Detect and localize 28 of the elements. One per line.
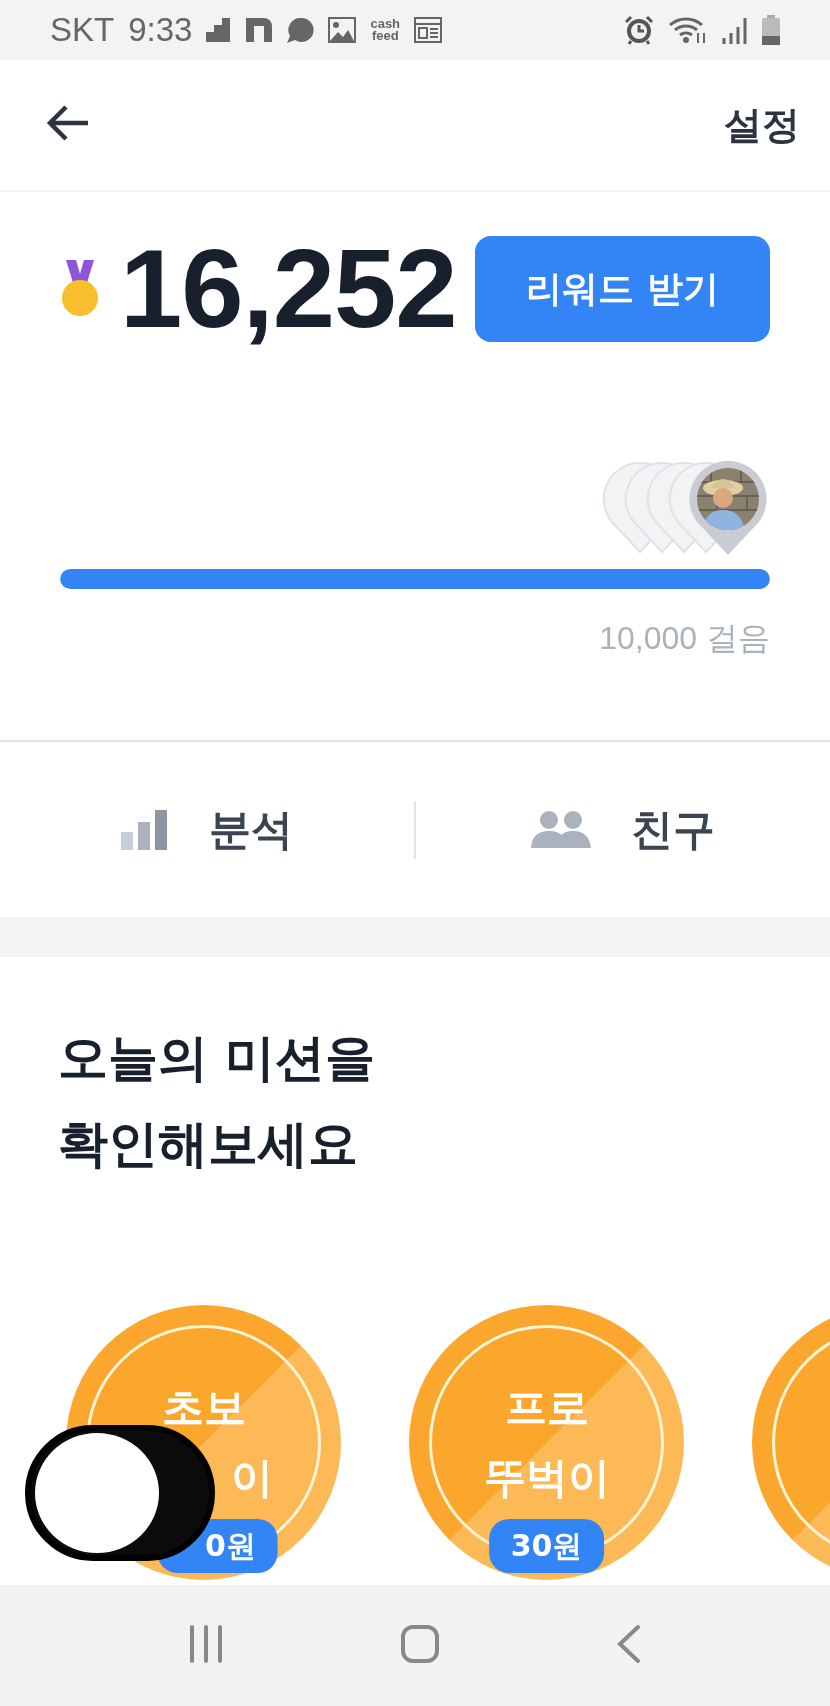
settings-link[interactable]: 설정 bbox=[724, 99, 800, 151]
battery-icon bbox=[762, 15, 780, 45]
stairs-icon bbox=[206, 18, 233, 42]
letter-n-icon bbox=[246, 18, 273, 42]
badge-subtitle: 이 bbox=[229, 1451, 273, 1504]
medal-icon bbox=[60, 260, 100, 318]
newspaper-icon bbox=[414, 17, 443, 43]
clock-time: 9:33 bbox=[128, 11, 193, 49]
reward-button[interactable]: 리워드 받기 bbox=[475, 236, 770, 342]
alarm-icon bbox=[624, 15, 654, 45]
signal-icon bbox=[722, 16, 748, 44]
mission-badge[interactable]: 프로 뚜벅이 30원 bbox=[409, 1305, 684, 1580]
bar-chart-icon bbox=[121, 809, 169, 850]
reward-amount: 30원 bbox=[488, 1519, 605, 1573]
chat-bubble-icon bbox=[286, 17, 315, 43]
carrier-name: SKT bbox=[50, 11, 115, 49]
badge-title: 초보 bbox=[161, 1381, 246, 1434]
tab[interactable]: 친구 bbox=[416, 742, 830, 917]
image-icon bbox=[328, 17, 357, 43]
step-count: 16,252 bbox=[120, 233, 458, 345]
goal-label: 10,000 걸음 bbox=[598, 619, 770, 658]
app-logo: cash feed bbox=[370, 18, 401, 42]
mission-heading: 오늘의 미션을 확인해보세요 bbox=[57, 1028, 377, 1175]
badge-subtitle: 뚜벅이 bbox=[483, 1451, 610, 1504]
people-icon bbox=[531, 809, 591, 850]
badge-title: 프로 bbox=[504, 1381, 589, 1434]
tab[interactable]: 분석 bbox=[0, 742, 414, 917]
wifi-icon bbox=[668, 15, 708, 45]
